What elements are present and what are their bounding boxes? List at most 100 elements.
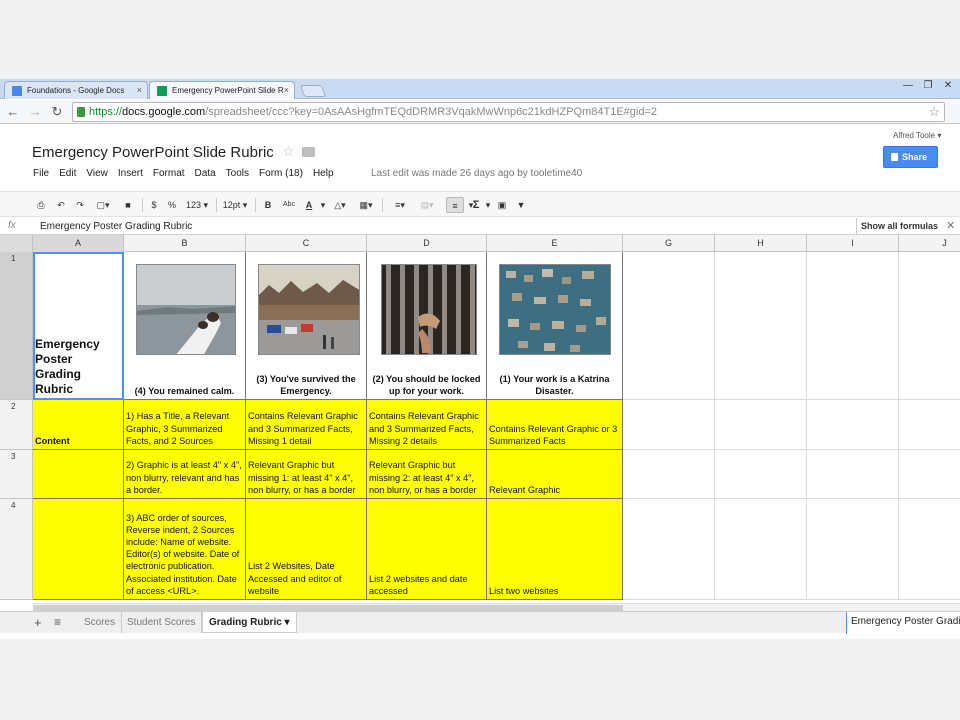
column-header-i[interactable]: I: [807, 235, 899, 252]
address-bar[interactable]: https://docs.google.com/spreadsheet/ccc?…: [72, 102, 945, 122]
select-all-corner[interactable]: [0, 235, 33, 252]
bookmark-star-icon[interactable]: ☆: [928, 104, 940, 120]
sheet-tab-student-scores[interactable]: Student Scores: [121, 612, 203, 633]
menu-edit[interactable]: Edit: [59, 168, 76, 179]
horizontal-scrollbar[interactable]: [33, 603, 960, 611]
column-header-a[interactable]: A: [33, 235, 124, 252]
account-name[interactable]: Alfred Toole ▾: [893, 131, 941, 140]
redo-icon[interactable]: ↷: [73, 197, 87, 213]
row-header-2[interactable]: 2: [0, 400, 33, 450]
paint-roller-icon[interactable]: ■: [120, 197, 136, 213]
row-header-3[interactable]: 3: [0, 450, 33, 499]
cell-c1[interactable]: (3) You've survived the Emergency.: [246, 252, 367, 400]
document-title[interactable]: Emergency PowerPoint Slide Rubric: [32, 144, 274, 161]
cell-a1[interactable]: Emergency Poster Grading Rubric: [33, 252, 124, 400]
paint-format-icon[interactable]: ▢▾: [92, 197, 114, 213]
cell-c4[interactable]: List 2 Websites, Date Accessed and edito…: [246, 499, 367, 600]
cell-i4[interactable]: [807, 499, 899, 600]
undo-icon[interactable]: ↶: [54, 197, 68, 213]
cell-d2[interactable]: Contains Relevant Graphic and 3 Summariz…: [367, 400, 487, 450]
menu-help[interactable]: Help: [313, 168, 334, 179]
chevron-down-icon[interactable]: ▾: [483, 197, 493, 213]
font-size-dropdown[interactable]: 12pt ▾: [220, 197, 250, 213]
cell-g4[interactable]: [623, 499, 715, 600]
currency-format-button[interactable]: $: [148, 197, 160, 213]
borders-icon[interactable]: ▦▾: [356, 197, 376, 213]
insert-chart-icon[interactable]: ▣: [494, 197, 510, 213]
share-button[interactable]: Share: [883, 146, 938, 168]
sheet-tab-scores[interactable]: Scores: [78, 612, 123, 633]
column-header-e[interactable]: E: [487, 235, 623, 252]
cell-j4[interactable]: [899, 499, 960, 600]
cell-i2[interactable]: [807, 400, 899, 450]
menu-view[interactable]: View: [86, 168, 108, 179]
column-header-d[interactable]: D: [367, 235, 487, 252]
column-header-b[interactable]: B: [124, 235, 246, 252]
cell-c3[interactable]: Relevant Graphic but missing 1: at least…: [246, 450, 367, 499]
cell-h1[interactable]: [715, 252, 807, 400]
cell-h2[interactable]: [715, 400, 807, 450]
column-header-h[interactable]: H: [715, 235, 807, 252]
row-header-4[interactable]: 4: [0, 499, 33, 600]
cell-b3[interactable]: 2) Graphic is at least 4" x 4", non blur…: [124, 450, 246, 499]
cell-h3[interactable]: [715, 450, 807, 499]
text-color-button[interactable]: A: [300, 197, 318, 213]
browser-tab-rubric[interactable]: Emergency PowerPoint Slide R ×: [149, 81, 295, 99]
strikethrough-button[interactable]: Abc: [280, 197, 298, 213]
column-header-j[interactable]: J: [899, 235, 960, 252]
cell-d4[interactable]: List 2 websites and date accessed: [367, 499, 487, 600]
cell-g2[interactable]: [623, 400, 715, 450]
cell-j1[interactable]: [899, 252, 960, 400]
align-left-icon[interactable]: ≡▾: [390, 197, 410, 213]
back-arrow-icon[interactable]: ←: [5, 104, 21, 120]
folder-icon[interactable]: [302, 147, 315, 157]
cell-j3[interactable]: [899, 450, 960, 499]
column-header-c[interactable]: C: [246, 235, 367, 252]
cell-g3[interactable]: [623, 450, 715, 499]
cell-i1[interactable]: [807, 252, 899, 400]
merge-cells-icon[interactable]: ▤▾: [416, 197, 438, 213]
last-edit-status[interactable]: Last edit was made 26 days ago by toolet…: [371, 168, 582, 179]
reload-icon[interactable]: ↻: [49, 104, 65, 120]
close-window-icon[interactable]: ✕: [938, 79, 958, 93]
cell-b4[interactable]: 3) ABC order of sources, Reverse indent,…: [124, 499, 246, 600]
formula-input[interactable]: Emergency Poster Grading Rubric: [40, 221, 192, 232]
cell-d1[interactable]: (2) You should be locked up for your wor…: [367, 252, 487, 400]
cell-e4[interactable]: List two websites: [487, 499, 623, 600]
cell-a3[interactable]: [33, 450, 124, 499]
cell-c2[interactable]: Contains Relevant Graphic and 3 Summariz…: [246, 400, 367, 450]
fill-color-icon[interactable]: △▾: [330, 197, 350, 213]
cell-h4[interactable]: [715, 499, 807, 600]
chevron-down-icon[interactable]: ▾: [318, 197, 328, 213]
wrap-text-icon[interactable]: ≡: [446, 197, 464, 213]
cell-e2[interactable]: Contains Relevant Graphic or 3 Summarize…: [487, 400, 623, 450]
cell-j2[interactable]: [899, 400, 960, 450]
restore-icon[interactable]: ❐: [918, 79, 938, 93]
print-icon[interactable]: ⎙: [34, 197, 48, 213]
tab-close-icon[interactable]: ×: [284, 85, 289, 95]
tab-close-icon[interactable]: ×: [137, 85, 142, 95]
cell-e3[interactable]: Relevant Graphic: [487, 450, 623, 499]
menu-insert[interactable]: Insert: [118, 168, 143, 179]
menu-tools[interactable]: Tools: [226, 168, 249, 179]
cell-a4[interactable]: [33, 499, 124, 600]
forward-arrow-icon[interactable]: →: [27, 104, 43, 120]
cell-i3[interactable]: [807, 450, 899, 499]
cell-a2[interactable]: Content: [33, 400, 124, 450]
minimize-icon[interactable]: —: [898, 79, 918, 93]
cell-b2[interactable]: 1) Has a Title, a Relevant Graphic, 3 Su…: [124, 400, 246, 450]
cell-e1[interactable]: (1) Your work is a Katrina Disaster.: [487, 252, 623, 400]
show-formulas-button[interactable]: Show all formulas: [856, 218, 946, 234]
browser-tab-foundations[interactable]: Foundations - Google Docs ×: [4, 81, 148, 99]
menu-form[interactable]: Form (18): [259, 168, 303, 179]
menu-file[interactable]: File: [33, 168, 49, 179]
sheet-tab-grading-rubric[interactable]: Grading Rubric ▾: [202, 612, 297, 633]
close-icon[interactable]: ✕: [946, 219, 955, 232]
functions-button[interactable]: Σ: [468, 197, 484, 213]
percent-format-button[interactable]: %: [166, 197, 178, 213]
filter-icon[interactable]: ▼: [513, 197, 529, 213]
sheet-list-button[interactable]: ≡: [54, 615, 61, 629]
cell-d3[interactable]: Relevant Graphic but missing 2: at least…: [367, 450, 487, 499]
cell-b1[interactable]: (4) You remained calm.: [124, 252, 246, 400]
bold-button[interactable]: B: [262, 197, 274, 213]
